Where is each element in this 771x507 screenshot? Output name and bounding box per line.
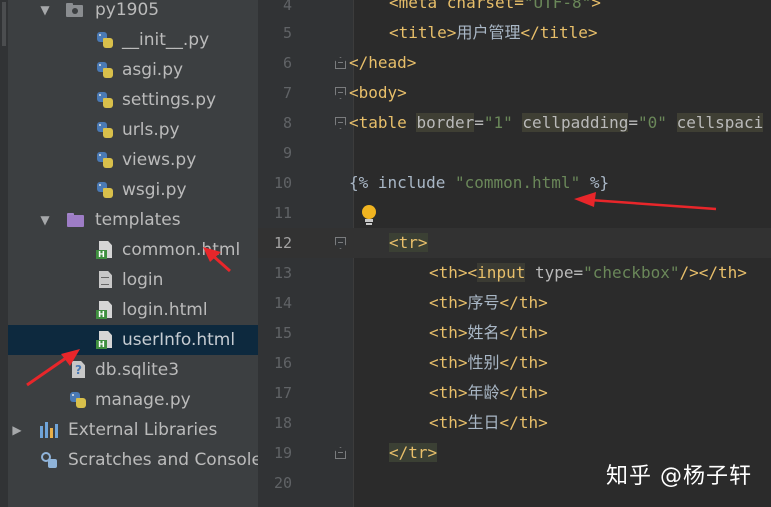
tree-item-label: login: [122, 270, 164, 290]
tree-item-label: __init__.py: [122, 30, 210, 50]
python-file-icon: [96, 91, 114, 109]
line-number: 9: [282, 144, 292, 162]
tree-item-label: urls.py: [122, 120, 180, 140]
line-number: 11: [273, 204, 292, 222]
code-line-8: <table border="1" cellpadding="0" cellsp…: [349, 113, 764, 132]
tree-item-label: Scratches and Consoles: [68, 450, 258, 470]
tree-item-login-html[interactable]: H login.html: [8, 295, 258, 325]
scratches-icon: [40, 451, 58, 469]
python-file-icon: [96, 151, 114, 169]
line-number: 7: [282, 84, 292, 102]
tree-item-label: py1905: [95, 0, 160, 20]
line-number: 19: [273, 444, 292, 462]
code-line-18: <th>生日</th>: [429, 413, 548, 432]
expand-arrow-icon[interactable]: ▼: [38, 213, 52, 227]
tree-item-label: login.html: [122, 300, 208, 320]
tree-item-db-sqlite3[interactable]: ? db.sqlite3: [8, 355, 258, 385]
current-line-highlight: [258, 228, 771, 258]
tree-item-py1905[interactable]: ▼ py1905: [8, 0, 258, 25]
tool-window-stripe: [0, 0, 8, 507]
project-tree-panel: ▼ py1905 __init__.py asgi.py settings.py…: [0, 0, 258, 507]
libraries-icon: [40, 421, 58, 439]
tree-item-label: userInfo.html: [122, 330, 236, 350]
lightbulb-icon[interactable]: [360, 205, 378, 227]
tree-item-label: External Libraries: [68, 420, 218, 440]
html-file-icon: H: [96, 241, 114, 259]
collapse-arrow-icon[interactable]: ▶: [10, 423, 24, 437]
code-line-4: <meta charset="UTF-8">: [389, 0, 601, 12]
package-folder-icon: [66, 1, 84, 19]
tree-item-views[interactable]: views.py: [8, 145, 258, 175]
line-number: 4: [282, 0, 292, 14]
tree-item-label: common.html: [122, 240, 241, 260]
expand-arrow-icon[interactable]: ▼: [38, 3, 52, 17]
python-file-icon: [69, 391, 87, 409]
line-number: 8: [282, 114, 292, 132]
code-line-10: {% include "common.html" %}: [349, 173, 610, 192]
line-number: 15: [273, 324, 292, 342]
line-number: 6: [282, 54, 292, 72]
line-number: 17: [273, 384, 292, 402]
tree-item-templates[interactable]: ▼ templates: [8, 205, 258, 235]
line-number: 16: [273, 354, 292, 372]
html-file-icon: H: [96, 331, 114, 349]
tree-item-label: db.sqlite3: [95, 360, 180, 380]
folder-icon: [67, 211, 85, 229]
tree-item-userinfo-html[interactable]: H userInfo.html: [8, 325, 258, 355]
python-file-icon: [96, 121, 114, 139]
tree-item-scratches[interactable]: Scratches and Consoles: [8, 445, 258, 475]
code-line-16: <th>性别</th>: [429, 353, 548, 372]
line-number: 12: [273, 234, 292, 252]
python-file-icon: [96, 181, 114, 199]
tree-item-settings[interactable]: settings.py: [8, 85, 258, 115]
line-number: 10: [273, 174, 292, 192]
line-number: 5: [282, 24, 292, 42]
code-line-7: <body>: [349, 83, 407, 102]
code-line-15: <th>姓名</th>: [429, 323, 548, 342]
tree-item-label: views.py: [122, 150, 197, 170]
watermark: 知乎 @杨子轩: [606, 464, 752, 489]
tree-item-manage[interactable]: manage.py: [8, 385, 258, 415]
code-line-14: <th>序号</th>: [429, 293, 548, 312]
tree-item-urls[interactable]: urls.py: [8, 115, 258, 145]
tree-item-init[interactable]: __init__.py: [8, 25, 258, 55]
tree-item-wsgi[interactable]: wsgi.py: [8, 175, 258, 205]
code-line-19: </tr>: [389, 443, 438, 462]
tree-item-asgi[interactable]: asgi.py: [8, 55, 258, 85]
tree-item-login[interactable]: login: [8, 265, 258, 295]
code-line-13: <th><input type="checkbox"/></th>: [429, 263, 747, 282]
html-file-icon: H: [96, 301, 114, 319]
code-line-17: <th>年龄</th>: [429, 383, 548, 402]
code-line-12: <tr>: [389, 233, 428, 252]
python-file-icon: [96, 61, 114, 79]
tree-item-label: asgi.py: [122, 60, 184, 80]
line-number: 14: [273, 294, 292, 312]
tree-item-label: templates: [95, 210, 181, 230]
tree-item-label: wsgi.py: [122, 180, 187, 200]
line-number: 20: [273, 474, 292, 492]
code-line-5: <title>用户管理</title>: [389, 23, 598, 42]
line-number: 18: [273, 414, 292, 432]
tree-item-external-libraries[interactable]: ▶ External Libraries: [8, 415, 258, 445]
text-file-icon: [96, 271, 114, 289]
database-file-icon: ?: [69, 361, 87, 379]
tree-item-label: settings.py: [122, 90, 217, 110]
tree-item-label: manage.py: [95, 390, 191, 410]
tree-item-common-html[interactable]: H common.html: [8, 235, 258, 265]
line-number: 13: [273, 264, 292, 282]
python-file-icon: [96, 31, 114, 49]
code-line-6: </head>: [349, 53, 417, 72]
